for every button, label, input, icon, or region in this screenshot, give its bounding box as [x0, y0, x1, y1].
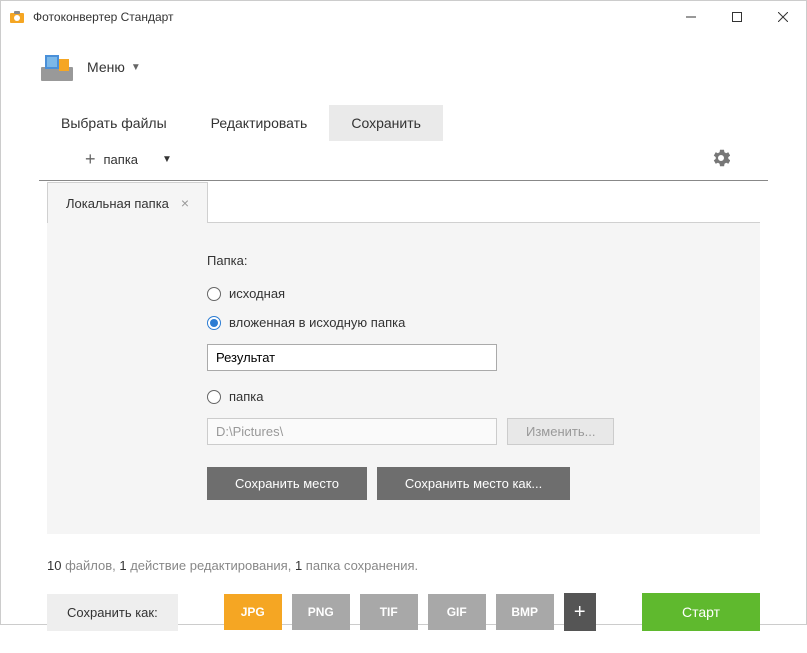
app-icon: [9, 9, 25, 25]
add-folder-label: папка: [104, 152, 139, 167]
add-folder-button[interactable]: + папка: [85, 149, 138, 170]
app-logo-icon: [39, 49, 75, 85]
save-place-button[interactable]: Сохранить место: [207, 467, 367, 500]
location-tabs: Локальная папка ×: [47, 181, 760, 223]
radio-source[interactable]: [207, 287, 221, 301]
chevron-down-icon: ▼: [131, 62, 141, 73]
tab-local-folder[interactable]: Локальная папка ×: [47, 182, 208, 223]
status-actions-count: 1: [119, 558, 126, 573]
menu-label-text: Меню: [87, 59, 125, 75]
folder-heading: Папка:: [207, 253, 730, 268]
radio-nested[interactable]: [207, 316, 221, 330]
status-folders-word: папка сохранения.: [302, 558, 418, 573]
tab-save[interactable]: Сохранить: [329, 105, 443, 141]
toolbar: + папка ▼: [39, 141, 768, 181]
radio-source-label[interactable]: исходная: [229, 286, 285, 301]
window-controls: [668, 1, 806, 33]
main-tabs: Выбрать файлы Редактировать Сохранить: [1, 105, 806, 141]
minimize-button[interactable]: [668, 1, 714, 33]
close-icon[interactable]: ×: [181, 195, 189, 211]
add-format-button[interactable]: +: [564, 593, 596, 631]
folder-dropdown-caret[interactable]: ▼: [162, 154, 172, 165]
tab-local-folder-label: Локальная папка: [66, 196, 169, 211]
menubar: Меню ▼: [1, 33, 806, 105]
titlebar: Фотоконвертер Стандарт: [1, 1, 806, 33]
start-button[interactable]: Старт: [642, 593, 760, 631]
save-panel: Папка: исходная вложенная в исходную пап…: [47, 223, 760, 534]
radio-folder[interactable]: [207, 390, 221, 404]
save-place-as-button[interactable]: Сохранить место как...: [377, 467, 570, 500]
browse-button: Изменить...: [507, 418, 614, 445]
close-button[interactable]: [760, 1, 806, 33]
window-title: Фотоконвертер Стандарт: [33, 10, 668, 24]
status-files-word: файлов,: [61, 558, 119, 573]
radio-row-nested: вложенная в исходную папка: [207, 315, 730, 330]
menu-dropdown[interactable]: Меню ▼: [87, 59, 141, 75]
maximize-button[interactable]: [714, 1, 760, 33]
status-actions-word: действие редактирования,: [127, 558, 295, 573]
radio-row-folder: папка: [207, 389, 730, 404]
status-bar: 10 файлов, 1 действие редактирования, 1 …: [1, 554, 806, 593]
radio-folder-label[interactable]: папка: [229, 389, 264, 404]
status-files-count: 10: [47, 558, 61, 573]
path-input: [207, 418, 497, 445]
path-row: Изменить...: [207, 418, 730, 445]
settings-button[interactable]: [712, 149, 730, 170]
radio-row-source: исходная: [207, 286, 730, 301]
tab-select-files[interactable]: Выбрать файлы: [39, 105, 189, 141]
footer: Сохранить как: JPG PNG TIF GIF BMP + Ста…: [1, 593, 806, 653]
plus-icon: +: [85, 149, 96, 170]
radio-nested-label[interactable]: вложенная в исходную папка: [229, 315, 405, 330]
tab-edit[interactable]: Редактировать: [189, 105, 330, 141]
nested-folder-input[interactable]: [207, 344, 497, 371]
panel-buttons: Сохранить место Сохранить место как...: [207, 467, 730, 500]
